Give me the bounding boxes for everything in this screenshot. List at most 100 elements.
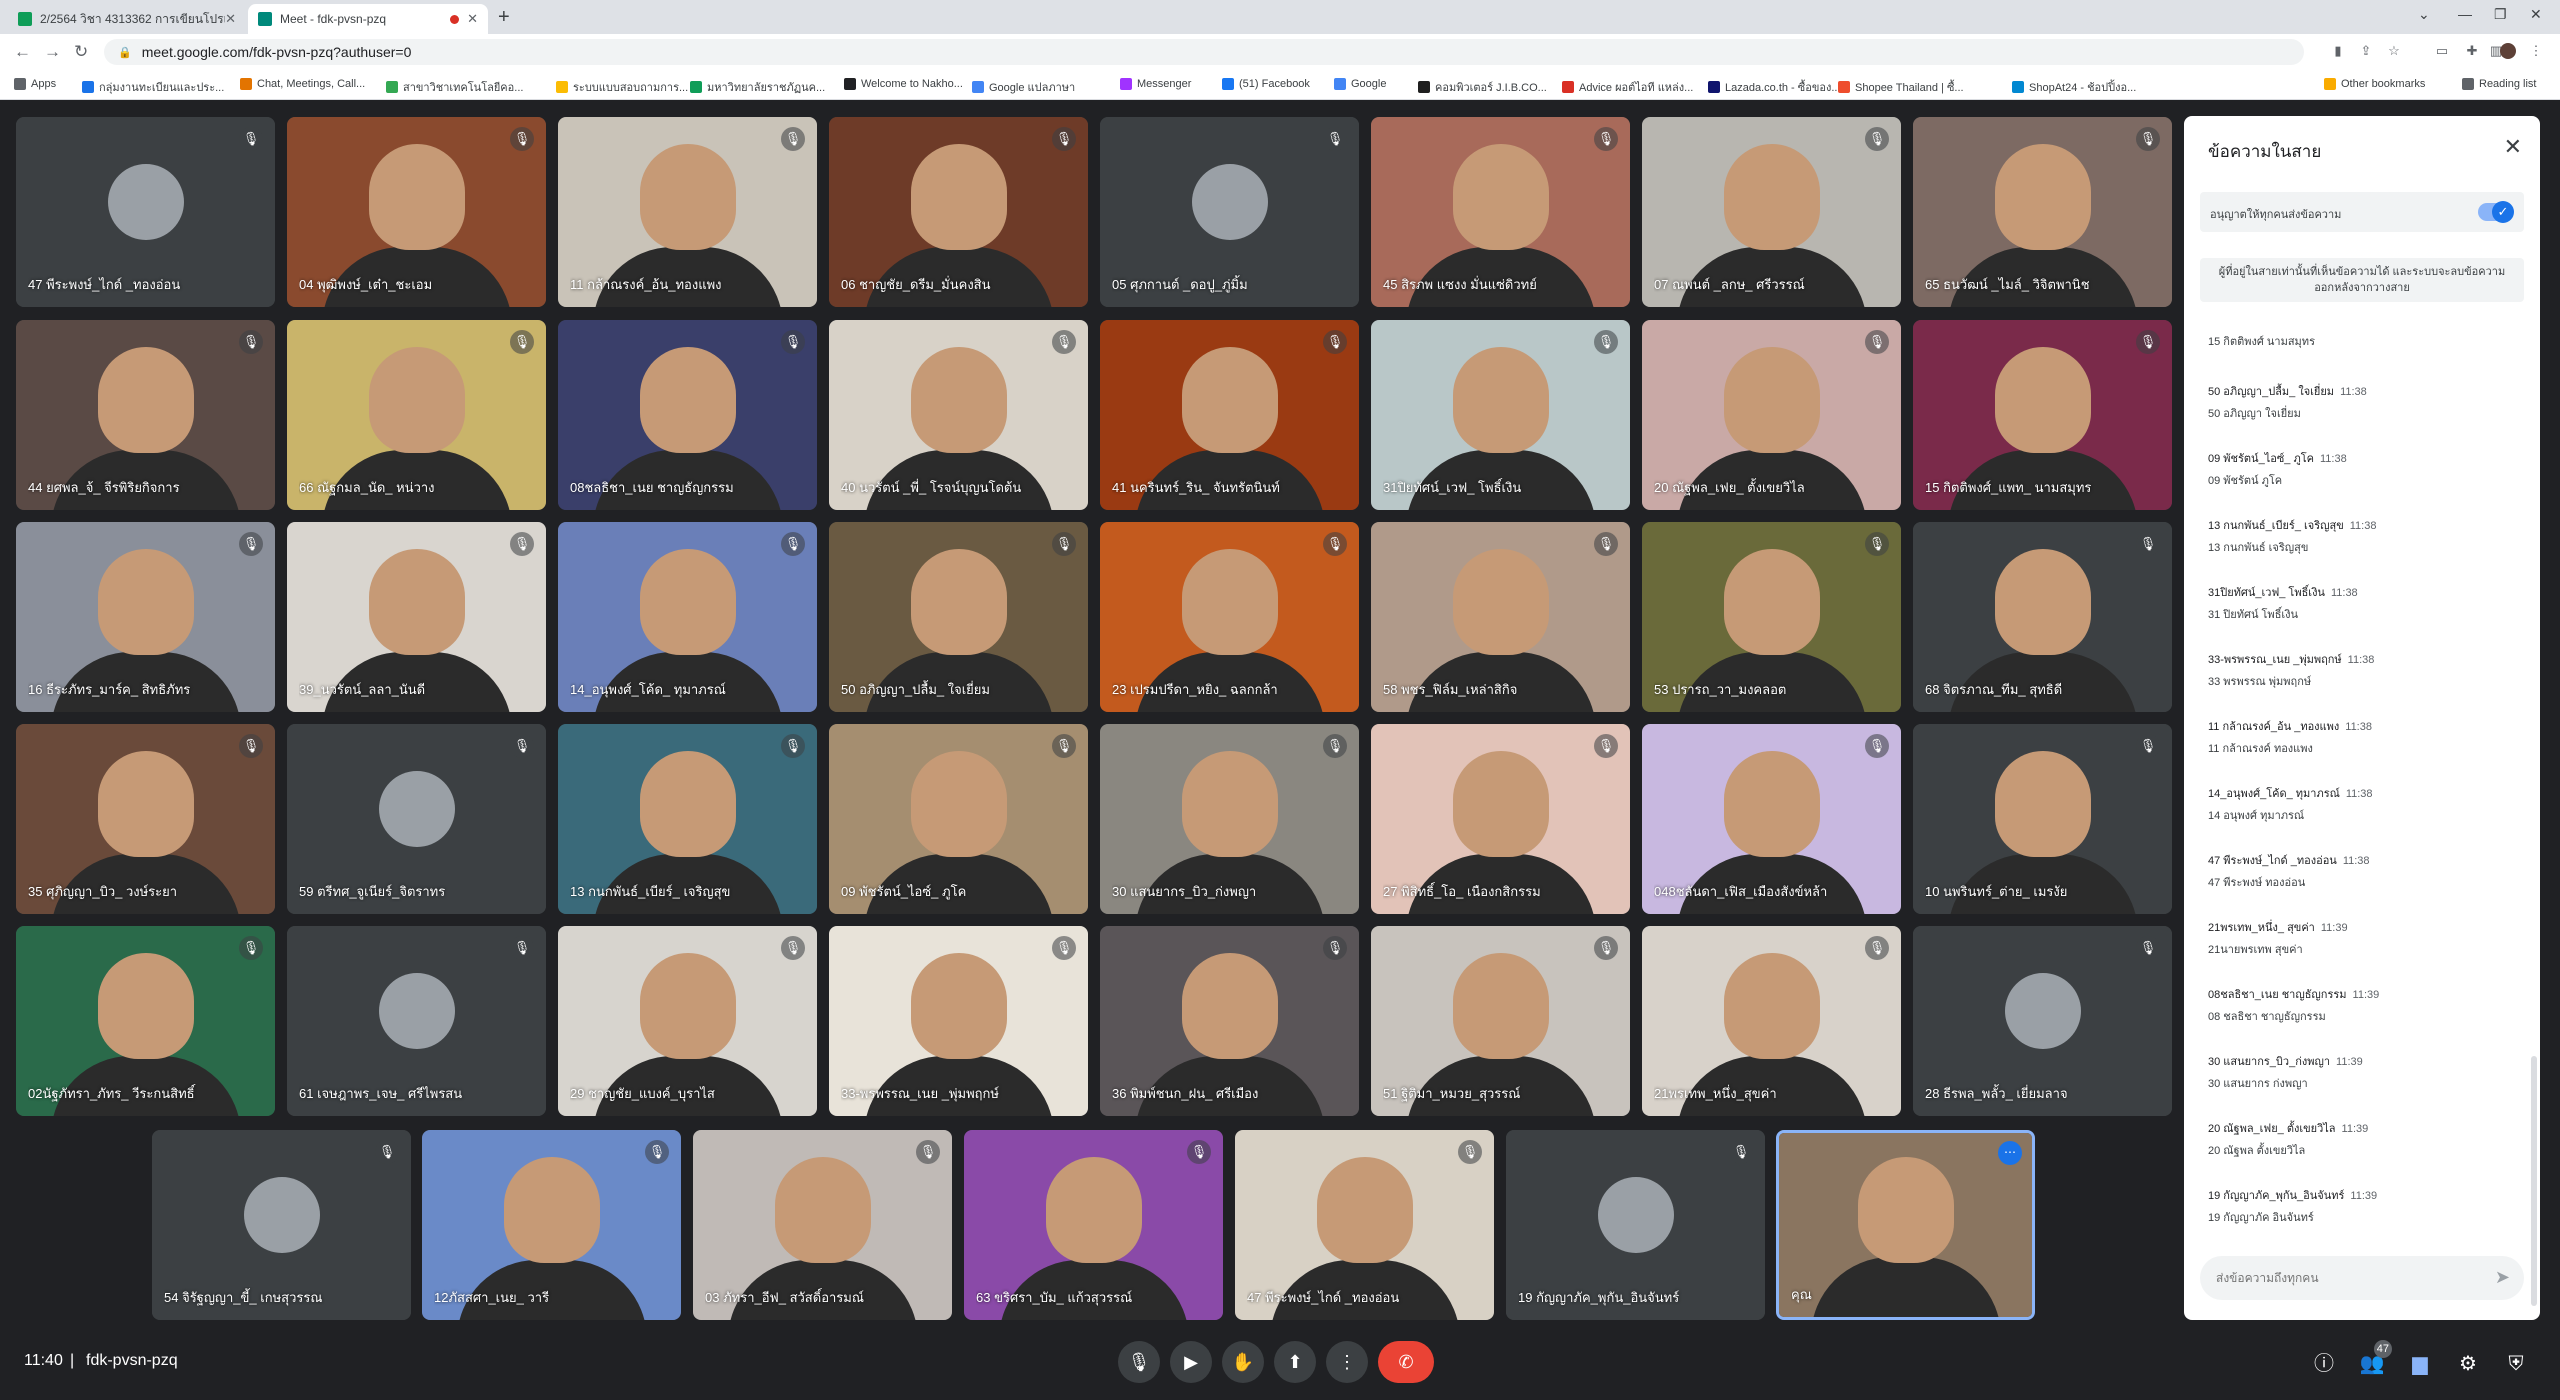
people-icon[interactable]: 👥 47 (2358, 1340, 2392, 1378)
chat-icon[interactable]: ▆ (2406, 1350, 2434, 1378)
participant-tile[interactable]: 🎙 14_อนุพงศ์_โค้ด_ ทุมาภรณ์ (558, 522, 817, 712)
meeting-details-icon[interactable]: ⓘ (2310, 1350, 2338, 1378)
end-call-button[interactable]: ✆ (1378, 1341, 1434, 1383)
camera-permission-icon[interactable]: ▮ (2330, 43, 2346, 59)
chat-message-input[interactable] (2216, 1268, 2466, 1288)
participant-tile[interactable]: 🎙 59 ตรีทศ_จูเนียร์_จิตราทร (287, 724, 546, 914)
bookmark-item[interactable]: ShopAt24 - ช้อปปิ้งอ... (2012, 78, 2136, 96)
participant-tile[interactable]: 🎙 048ชลันดา_เฟิส_เมืองสังข์หล้า (1642, 724, 1901, 914)
participant-tile[interactable]: 🎙 05 ศุภกานต์ _ดอปู_ภู่มิ้ม (1100, 117, 1359, 307)
bookmark-item[interactable]: Lazada.co.th - ซื้อของ... (1708, 78, 1841, 96)
more-options-button[interactable]: ⋮ (1326, 1341, 1368, 1383)
participant-tile[interactable]: 🎙 20 ณัฐพล_เฟย_ ตั้งเขยวิไล (1642, 320, 1901, 510)
participant-tile[interactable]: 🎙 58 พชร_ฟิล์ม_เหล่าสิกิจ (1371, 522, 1630, 712)
tab-close-icon[interactable]: ✕ (467, 11, 478, 27)
participant-tile[interactable]: 🎙 11 กล้าณรงค์_อ้น_ทองแพง (558, 117, 817, 307)
participant-tile[interactable]: 🎙 47 พีระพงษ์_ไกด์ _ทองอ่อน (16, 117, 275, 307)
participant-tile[interactable]: 🎙 40 นวรัตน์ _พี่_ โรจน์บุญนโดต้น (829, 320, 1088, 510)
forward-button[interactable]: → (44, 42, 61, 62)
participant-tile[interactable]: 🎙 39_นวรัตน์_ลลา_นันดี (287, 522, 546, 712)
participant-tile[interactable]: 🎙 47 พีระพงษ์_ไกด์ _ทองอ่อน (1235, 1130, 1494, 1320)
extensions-icon[interactable]: ✚ (2464, 43, 2480, 59)
participant-tile[interactable]: 🎙 63 ขริศรา_บัม_ แก้วสุวรรณ์ (964, 1130, 1223, 1320)
profile-avatar[interactable] (2500, 43, 2516, 59)
participant-tile[interactable]: 🎙 10 นพรินทร์_ต่าย_ เมรงัย (1913, 724, 2172, 914)
new-tab-button[interactable]: + (498, 6, 510, 29)
other-bookmarks[interactable]: Other bookmarks (2324, 78, 2425, 90)
participant-tile[interactable]: 🎙 30 แสนยากร_บิว_ก่งพญา (1100, 724, 1359, 914)
participant-tile[interactable]: 🎙 66 ณัฐกมล_นัด_ หน่วาง (287, 320, 546, 510)
raise-hand-button[interactable]: ✋ (1222, 1341, 1264, 1383)
participant-tile[interactable]: 🎙 45 สิรภพ แซงง มั่นแซ่ดิวทย์ (1371, 117, 1630, 307)
present-button[interactable]: ⬆ (1274, 1341, 1316, 1383)
participant-tile[interactable]: 🎙 04 พุฒิพงษ์_เต๋า_ชะเอม (287, 117, 546, 307)
allow-messages-toggle[interactable]: ✓ (2478, 201, 2514, 223)
bookmark-star-icon[interactable]: ☆ (2386, 43, 2402, 59)
bookmark-item[interactable]: Apps (14, 78, 56, 90)
participant-tile[interactable]: 🎙 61 เจษฎาพร_เจษ_ ศรีไพรสน (287, 926, 546, 1116)
tab-meet[interactable]: Meet - fdk-pvsn-pzq ✕ (248, 4, 488, 34)
bookmark-item[interactable]: ระบบแบบสอบถามการ... (556, 78, 688, 96)
window-close-button[interactable]: ✕ (2530, 6, 2542, 23)
participant-tile[interactable]: 🎙 51 ฐิติมา_หมวย_สุวรรณ์ (1371, 926, 1630, 1116)
minimize-button[interactable]: — (2458, 6, 2472, 22)
participant-tile[interactable]: 🎙 16 ธีระภัทร_มาร์ค_ สิทธิภัทร (16, 522, 275, 712)
reload-button[interactable]: ↻ (74, 42, 88, 62)
participant-tile[interactable]: 🎙 02นัฐภัทรา_ภัทร_ วีระกนสิทธิ์ (16, 926, 275, 1116)
bookmark-item[interactable]: มหาวิทยาลัยราชภัฏนค... (690, 78, 825, 96)
participant-tile[interactable]: 🎙 29 ชาญชัย_แบงค์_บุราไส (558, 926, 817, 1116)
bookmark-item[interactable]: (51) Facebook (1222, 78, 1310, 90)
bookmark-item[interactable]: Chat, Meetings, Call... (240, 78, 365, 90)
participant-tile[interactable]: 🎙 19 กัญญาภัค_พุกัน_อินจันทร์ (1506, 1130, 1765, 1320)
bookmark-item[interactable]: Google แปลภาษา (972, 78, 1075, 96)
participant-tile[interactable]: 🎙 53 ปรารถ_วา_มงคลอต (1642, 522, 1901, 712)
participant-tile[interactable]: 🎙 27 พิสิทธิ์_โอ_ เนืองกสิกรรม (1371, 724, 1630, 914)
share-icon[interactable]: ⇪ (2358, 43, 2374, 59)
participant-tile[interactable]: 🎙 21พรเทพ_หนึ่ง_สุขค่า (1642, 926, 1901, 1116)
back-button[interactable]: ← (14, 42, 31, 62)
reading-list[interactable]: Reading list (2462, 78, 2536, 90)
participant-tile[interactable]: 🎙 50 อภิญญา_ปลื้ม_ ใจเยี่ยม (829, 522, 1088, 712)
maximize-button[interactable]: ❐ (2494, 6, 2507, 23)
tab-classroom[interactable]: 2/2564 วิชา 4313362 การเขียนโปรแ ✕ (8, 4, 246, 34)
participant-tile[interactable]: 🎙 65 ธนวัฒน์ _ไมล์_ วิจิตพานิช (1913, 117, 2172, 307)
bookmark-item[interactable]: Google (1334, 78, 1386, 90)
bookmark-item[interactable]: Welcome to Nakho... (844, 78, 963, 90)
chat-scrollbar[interactable] (2531, 1056, 2537, 1306)
send-icon[interactable]: ➤ (2495, 1267, 2510, 1288)
participant-tile[interactable]: 🎙 35 ศุภิญญา_บิว_ วงษ์ระยา (16, 724, 275, 914)
bookmark-item[interactable]: สาขาวิชาเทคโนโลยีคอ... (386, 78, 523, 96)
participant-tile[interactable]: 🎙 13 กนกพันธ์_เบียร์_ เจริญสุข (558, 724, 817, 914)
participant-tile[interactable]: 🎙 07 ณพนต์ _ลกษ_ ศรีวรรณ์ (1642, 117, 1901, 307)
participant-tile[interactable]: 🎙 23 เปรมปรีดา_หยิง_ ฉลกกล้า (1100, 522, 1359, 712)
participant-tile[interactable]: 🎙 09 พัชรัตน์_ไอซ์_ ภูโค (829, 724, 1088, 914)
bookmark-item[interactable]: คอมพิวเตอร์ J.I.B.CO... (1418, 78, 1547, 96)
participant-tile[interactable]: 🎙 33-พรพรรณ_เนย _พุ่มพฤกษ์ (829, 926, 1088, 1116)
camera-button[interactable]: ▶ (1170, 1341, 1212, 1383)
bookmark-item[interactable]: Shopee Thailand | ซื้... (1838, 78, 1964, 96)
participant-tile[interactable]: 🎙 41 นครินทร์_ริน_ จันทรัตนินท์ (1100, 320, 1359, 510)
tab-close-icon[interactable]: ✕ (225, 11, 236, 27)
participant-tile[interactable]: 🎙 44 ยศพล_จ้_ จีรพิริยกิจการ (16, 320, 275, 510)
bookmark-item[interactable]: Messenger (1120, 78, 1191, 90)
participant-tile[interactable]: 🎙 08ชลธิชา_เนย ชาญธัญกรรม (558, 320, 817, 510)
bookmark-item[interactable]: กลุ่มงานทะเบียนและประ... (82, 78, 224, 96)
url-field[interactable]: 🔒 meet.google.com/fdk-pvsn-pzq?authuser=… (104, 39, 2304, 65)
participant-tile[interactable]: 🎙 31ปิยทัศน์_เวฟ_ โพธิ์เงิน (1371, 320, 1630, 510)
participant-tile[interactable]: 🎙 12ภัสสศา_เนย_ วารี (422, 1130, 681, 1320)
participant-tile[interactable]: 🎙 68 จิตรภาณ_ทีม_ สุทธิดี (1913, 522, 2172, 712)
activities-icon[interactable]: ⚙ (2454, 1350, 2482, 1378)
microphone-button[interactable]: 🎙 (1118, 1341, 1160, 1383)
self-video-tile[interactable]: ⋯ คุณ (1776, 1130, 2035, 1320)
participant-tile[interactable]: 🎙 06 ชาญชัย_ดรีม_มั่นคงสิน (829, 117, 1088, 307)
chevron-down-icon[interactable]: ⌄ (2418, 6, 2430, 23)
close-icon[interactable]: ✕ (2504, 134, 2522, 160)
participant-tile[interactable]: 🎙 36 พิมพ์ชนก_ฝน_ ศรีเมือง (1100, 926, 1359, 1116)
host-controls-icon[interactable]: ⛨ (2502, 1350, 2530, 1378)
participant-tile[interactable]: 🎙 15 กิตติพงศ์_แพท_ นามสมุทร (1913, 320, 2172, 510)
participant-tile[interactable]: 🎙 54 จิรัฐญญา_ขี้_ เกษสุวรรณ (152, 1130, 411, 1320)
bookmark-item[interactable]: Advice ผอต์ไอที แหล่ง... (1562, 78, 1693, 96)
menu-icon[interactable]: ⋮ (2528, 43, 2544, 59)
cast-icon[interactable]: ▭ (2434, 43, 2450, 59)
more-options-icon[interactable]: ⋯ (1998, 1141, 2022, 1165)
